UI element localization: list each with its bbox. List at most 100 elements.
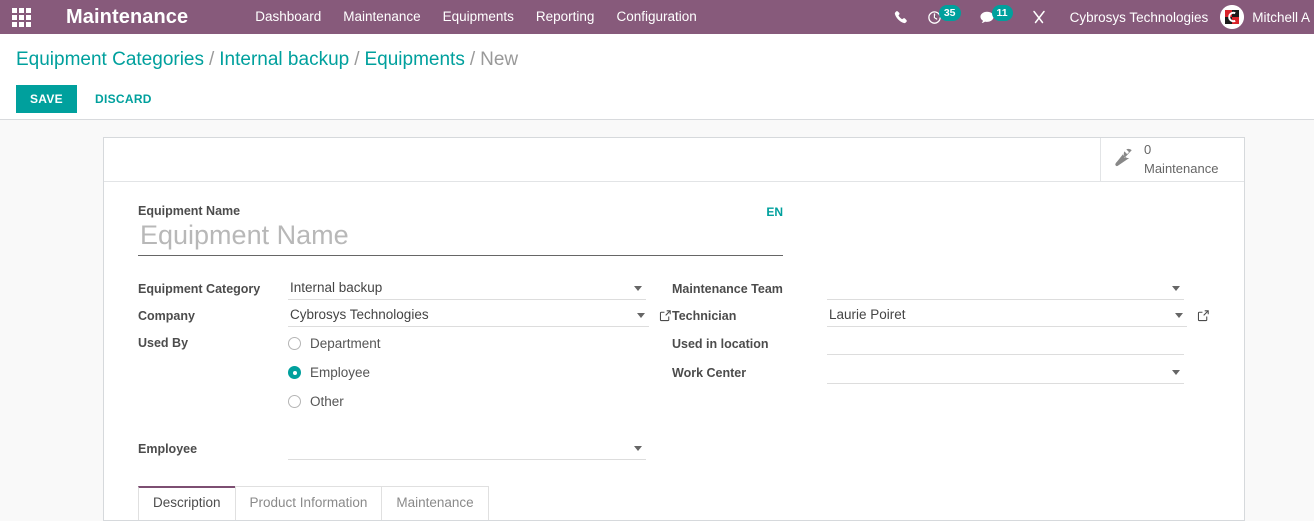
user-menu[interactable]: Mitchell A <box>1220 5 1314 29</box>
stat-button-text: 0 Maintenance <box>1144 141 1218 178</box>
stat-button-box: 0 Maintenance <box>104 138 1244 182</box>
external-link-icon <box>1197 310 1209 322</box>
chevron-down-icon[interactable] <box>1175 312 1183 318</box>
discard-button[interactable]: DISCARD <box>83 85 164 113</box>
employee-input[interactable] <box>288 438 646 460</box>
save-button[interactable]: SAVE <box>16 85 77 113</box>
menu-item-configuration[interactable]: Configuration <box>605 0 707 34</box>
main-menu: Dashboard Maintenance Equipments Reporti… <box>244 0 708 34</box>
radio-button-employee[interactable] <box>288 366 301 379</box>
breadcrumb-item-equipments[interactable]: Equipments <box>364 49 464 70</box>
maintenance-team-label: Maintenance Team <box>672 281 783 296</box>
record-action-buttons: SAVE DISCARD <box>16 72 1298 113</box>
notebook: Description Product Information Maintena… <box>138 486 1210 520</box>
company-value: Cybrosys Technologies <box>290 307 429 322</box>
app-brand-title[interactable]: Maintenance <box>42 6 198 29</box>
radio-label-employee[interactable]: Employee <box>310 365 370 380</box>
menu-item-dashboard[interactable]: Dashboard <box>244 0 332 34</box>
field-company: Company Cybrosys Technologies <box>138 302 672 329</box>
equipment-category-label: Equipment Category <box>138 281 261 296</box>
radio-button-department[interactable] <box>288 337 301 350</box>
form-body: Equipment Name EN Equipment Category Int… <box>104 182 1244 520</box>
chevron-down-icon[interactable] <box>1172 285 1180 291</box>
field-maintenance-team: Maintenance Team <box>672 275 1210 302</box>
radio-option-department[interactable]: Department <box>288 329 672 358</box>
breadcrumb-separator: / <box>209 49 215 70</box>
notebook-tabs: Description Product Information Maintena… <box>138 486 1210 520</box>
maintenance-stat-button[interactable]: 0 Maintenance <box>1100 138 1244 181</box>
language-tag[interactable]: EN <box>766 205 783 219</box>
radio-button-other[interactable] <box>288 395 301 408</box>
breadcrumb-separator: / <box>469 49 476 70</box>
work-center-label: Work Center <box>672 365 747 380</box>
breadcrumb-item-new: New <box>480 49 519 70</box>
messaging-count-badge: 11 <box>991 4 1013 22</box>
radio-label-other[interactable]: Other <box>310 394 344 409</box>
field-employee: Employee <box>138 435 672 462</box>
equipment-name-input[interactable] <box>138 220 783 255</box>
apps-grid-icon <box>11 7 31 27</box>
user-avatar <box>1220 5 1245 29</box>
content-area: 0 Maintenance Equipment Name EN Equi <box>0 120 1314 521</box>
company-input[interactable]: Cybrosys Technologies <box>288 305 649 327</box>
equipment-name-label: Equipment Name <box>138 204 241 218</box>
menu-item-equipments[interactable]: Equipments <box>432 0 525 34</box>
activity-count-badge: 35 <box>938 4 961 22</box>
company-external-link-button[interactable] <box>659 309 672 322</box>
wrench-icon <box>1113 146 1135 173</box>
used-by-label: Used By <box>138 336 189 350</box>
radio-option-other[interactable]: Other <box>288 387 672 416</box>
menu-item-maintenance[interactable]: Maintenance <box>332 0 431 34</box>
apps-menu-button[interactable] <box>0 0 42 34</box>
company-switcher[interactable]: Cybrosys Technologies <box>1056 10 1221 25</box>
field-equipment-category: Equipment Category Internal backup <box>138 275 672 302</box>
breadcrumb: Equipment Categories / Internal backup / Equ… <box>16 34 1298 72</box>
control-panel: Equipment Categories / Internal backup / Equ… <box>0 34 1314 120</box>
radio-option-employee[interactable]: Employee <box>288 358 672 387</box>
field-used-by: Used By Department Employee Other <box>138 329 672 416</box>
employee-label: Employee <box>138 441 198 456</box>
technician-input[interactable]: Laurie Poiret <box>827 305 1187 327</box>
systray: 35 11 Cybrosys Technologies Mitchell A <box>885 0 1314 34</box>
chevron-down-icon[interactable] <box>634 445 642 451</box>
phone-button[interactable] <box>885 0 918 34</box>
form-column-right: Maintenance Team Technician Laurie Poire… <box>672 275 1210 462</box>
maintenance-team-input[interactable] <box>827 278 1184 300</box>
maintenance-stat-label: Maintenance <box>1144 160 1219 176</box>
technician-value: Laurie Poiret <box>829 307 906 322</box>
form-column-left: Equipment Category Internal backup Compa… <box>138 275 672 462</box>
technician-external-link-button[interactable] <box>1197 309 1210 322</box>
field-used-in-location: Used in location <box>672 329 1210 358</box>
tab-maintenance[interactable]: Maintenance <box>381 486 489 520</box>
company-label: Company <box>138 308 195 323</box>
breadcrumb-item-internal-backup[interactable]: Internal backup <box>219 49 349 70</box>
chevron-down-icon[interactable] <box>634 285 642 291</box>
external-link-icon <box>659 310 671 322</box>
form-sheet: 0 Maintenance Equipment Name EN Equi <box>103 137 1245 521</box>
equipment-category-input[interactable]: Internal backup <box>288 278 646 300</box>
equipment-name-field: Equipment Name EN <box>138 204 783 256</box>
activity-menu-button[interactable]: 35 <box>918 0 970 34</box>
radio-label-department[interactable]: Department <box>310 336 381 351</box>
maintenance-count: 0 <box>1144 142 1152 158</box>
used-in-location-label: Used in location <box>672 336 769 351</box>
field-technician: Technician Laurie Poiret <box>672 302 1210 329</box>
tab-product-information[interactable]: Product Information <box>234 486 383 520</box>
used-in-location-input[interactable] <box>827 333 1184 355</box>
form-columns: Equipment Category Internal backup Compa… <box>138 275 1210 462</box>
chevron-down-icon[interactable] <box>637 312 645 318</box>
technician-label: Technician <box>672 308 737 323</box>
chevron-down-icon[interactable] <box>1172 369 1180 375</box>
breadcrumb-separator: / <box>354 49 360 70</box>
field-work-center: Work Center <box>672 358 1210 387</box>
tab-description[interactable]: Description <box>138 486 236 520</box>
used-by-radio-group: Department Employee Other <box>288 329 672 416</box>
developer-tools-button[interactable] <box>1022 0 1056 34</box>
menu-item-reporting[interactable]: Reporting <box>525 0 606 34</box>
equipment-category-value: Internal backup <box>290 280 383 295</box>
top-navbar: Maintenance Dashboard Maintenance Equipm… <box>0 0 1314 34</box>
work-center-input[interactable] <box>827 362 1184 384</box>
breadcrumb-item-equipment-categories[interactable]: Equipment Categories <box>16 49 204 70</box>
messaging-menu-button[interactable]: 11 <box>970 0 1022 34</box>
username-label: Mitchell A <box>1252 9 1310 25</box>
